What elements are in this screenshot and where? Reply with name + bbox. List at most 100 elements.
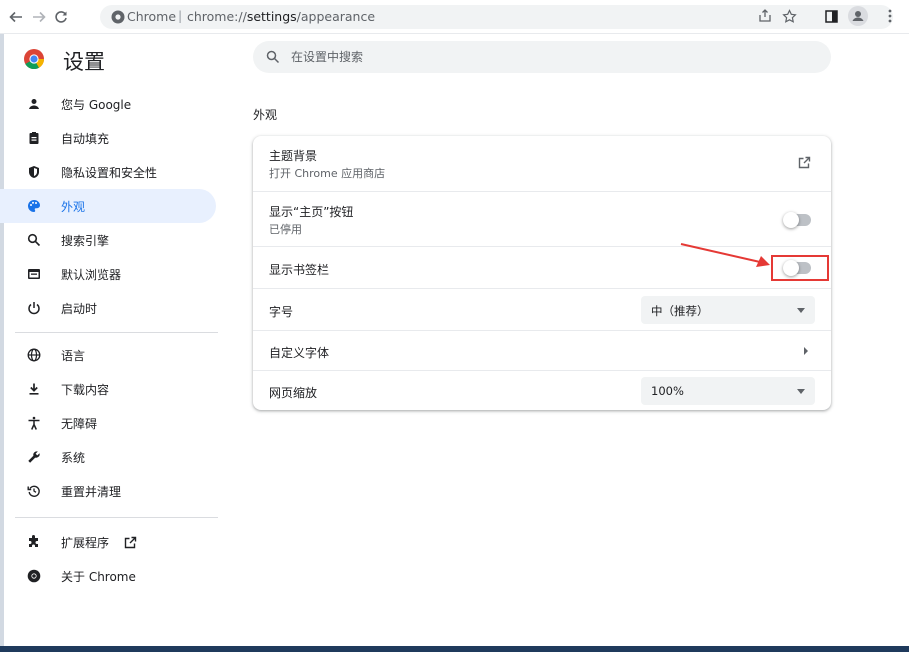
browser-toolbar: Chrome | chrome://settings/appearance — [0, 0, 909, 34]
chrome-icon — [27, 569, 41, 583]
external-link-icon — [124, 536, 137, 548]
sidebar-item-label: 下载内容 — [61, 382, 110, 397]
row-title: 网页缩放 — [269, 386, 318, 400]
home-button-row: 显示“主页”按钮 已停用 — [253, 191, 831, 246]
row-title: 显示书签栏 — [269, 263, 330, 277]
site-chip-label: Chrome — [127, 9, 177, 24]
annotation-arrow-icon — [680, 243, 770, 267]
search-input[interactable] — [291, 47, 811, 67]
chevron-right-icon — [804, 347, 808, 355]
sidebar-item-system[interactable]: 系统 — [0, 440, 216, 474]
sidebar-item-extensions[interactable]: 扩展程序 — [0, 525, 216, 559]
sidebar-item-label: 关于 Chrome — [61, 569, 136, 584]
font-size-select[interactable]: 中（推荐） — [641, 296, 815, 324]
sidebar-item-on-startup[interactable]: 启动时 — [0, 291, 216, 325]
caret-down-icon — [797, 389, 805, 394]
browser-icon — [28, 269, 40, 279]
row-subtitle: 已停用 — [269, 223, 302, 236]
clipboard-icon — [29, 132, 39, 144]
address-bar[interactable]: Chrome | chrome://settings/appearance — [100, 5, 893, 29]
sidebar-item-label: 扩展程序 — [61, 535, 110, 550]
reload-icon — [55, 11, 67, 23]
sidebar-item-you-and-google[interactable]: 您与 Google — [0, 87, 216, 121]
chrome-logo-icon — [24, 49, 45, 70]
search-icon — [266, 50, 280, 64]
row-title: 字号 — [269, 305, 294, 319]
bookmark-star-button[interactable] — [780, 7, 798, 25]
sidebar-item-label: 自动填充 — [61, 131, 110, 146]
toggle-knob — [783, 212, 799, 228]
share-button[interactable] — [756, 7, 774, 25]
accessibility-icon — [28, 416, 40, 430]
caret-down-icon — [797, 308, 805, 313]
arrow-right-icon — [33, 11, 46, 23]
font-size-row: 字号 中（推荐） — [253, 288, 831, 330]
url-text: chrome://settings/appearance — [187, 9, 375, 24]
sidebar-item-search-engine[interactable]: 搜索引擎 — [0, 223, 216, 257]
row-title: 自定义字体 — [269, 346, 330, 360]
sidebar-item-label: 语言 — [61, 348, 86, 363]
profile-button[interactable] — [848, 6, 868, 26]
forward-button[interactable] — [29, 7, 49, 27]
sidebar-item-reset[interactable]: 重置并清理 — [0, 474, 216, 508]
theme-row[interactable]: 主题背景 打开 Chrome 应用商店 — [253, 136, 831, 191]
search-icon — [27, 233, 41, 247]
back-button[interactable] — [6, 7, 26, 27]
power-icon — [28, 302, 40, 315]
more-vert-icon — [888, 9, 892, 23]
sidebar-item-label: 隐私设置和安全性 — [61, 165, 158, 180]
share-icon — [759, 9, 771, 22]
page-zoom-row: 网页缩放 100% — [253, 370, 831, 410]
shield-icon — [29, 166, 39, 178]
sidebar-item-label: 搜索引擎 — [61, 233, 110, 248]
sidebar-item-privacy[interactable]: 隐私设置和安全性 — [0, 155, 216, 189]
url-rest: /appearance — [296, 9, 376, 24]
sidebar-item-label: 系统 — [61, 450, 86, 465]
chrome-icon — [111, 10, 125, 24]
sidebar-item-downloads[interactable]: 下载内容 — [0, 372, 216, 406]
sidebar-item-accessibility[interactable]: 无障碍 — [0, 406, 216, 440]
puzzle-icon — [29, 535, 38, 547]
custom-fonts-row[interactable]: 自定义字体 — [253, 330, 831, 370]
reset-icon — [27, 485, 40, 497]
arrow-left-icon — [9, 11, 22, 23]
wrench-icon — [28, 451, 40, 463]
address-separator: | — [178, 8, 183, 23]
select-value: 100% — [651, 384, 684, 398]
row-subtitle: 打开 Chrome 应用商店 — [269, 167, 386, 180]
sidebar-item-about-chrome[interactable]: 关于 Chrome — [0, 559, 216, 593]
annotation-highlight-box — [771, 255, 829, 281]
row-title: 主题背景 — [269, 149, 318, 163]
settings-search-box[interactable] — [253, 41, 831, 73]
sidebar-item-default-browser[interactable]: 默认浏览器 — [0, 257, 216, 291]
page-title: 设置 — [63, 50, 105, 74]
url-scheme: chrome:// — [187, 9, 247, 24]
sidebar-item-label: 外观 — [61, 199, 86, 214]
sidebar-item-label: 默认浏览器 — [61, 267, 122, 282]
external-link-icon[interactable] — [798, 156, 811, 169]
side-panel-button[interactable] — [822, 7, 840, 25]
url-path: settings — [246, 9, 297, 24]
taskbar-edge — [0, 646, 909, 652]
star-icon — [781, 8, 797, 23]
sidebar-item-label: 重置并清理 — [61, 484, 122, 499]
avatar-icon — [852, 11, 864, 21]
home-button-toggle[interactable] — [783, 212, 811, 228]
sidebar-item-appearance[interactable]: 外观 — [0, 189, 216, 223]
sidebar-item-autofill[interactable]: 自动填充 — [0, 121, 216, 155]
download-icon — [29, 383, 39, 395]
reload-button[interactable] — [51, 7, 71, 27]
section-title: 外观 — [253, 108, 278, 122]
browser-menu-button[interactable] — [881, 7, 899, 25]
select-value: 中（推荐） — [651, 304, 709, 318]
palette-icon — [28, 200, 40, 212]
sidebar-item-label: 启动时 — [61, 301, 98, 316]
sidebar-item-languages[interactable]: 语言 — [0, 338, 216, 372]
page-zoom-select[interactable]: 100% — [641, 377, 815, 405]
side-panel-icon — [824, 9, 838, 23]
sidebar-divider — [15, 332, 218, 333]
sidebar-item-label: 您与 Google — [61, 97, 132, 112]
sidebar-divider — [15, 517, 218, 518]
person-icon — [29, 99, 39, 109]
sidebar-item-label: 无障碍 — [61, 416, 98, 431]
